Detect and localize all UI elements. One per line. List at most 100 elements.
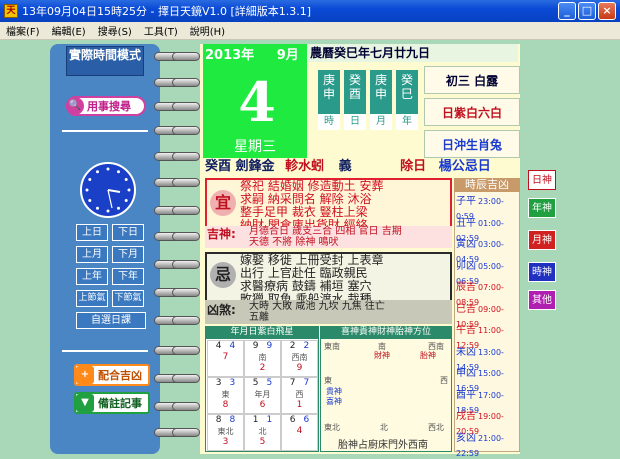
year-label: 2013年 [205,48,255,63]
dir-east: 東 [324,376,332,385]
hour-row: 子平 23:00-0:59 [456,194,520,221]
prev-jieqi-button[interactable]: 上節氣 [76,290,108,307]
hour-name: 辰吉 [456,282,476,293]
month-label: 9月 [276,48,299,63]
mode-title[interactable]: 實際時間模式 [66,46,144,76]
minimize-button[interactable]: _ [558,2,576,20]
hour-name: 未凶 [456,346,476,358]
dir-northwest: 西北 [428,423,444,432]
menu-search[interactable]: 搜尋(S) [92,23,138,38]
tab-year-gods[interactable]: 年神 [528,198,556,218]
menu-bar: 檔案(F) 編輯(E) 搜尋(S) 工具(T) 說明(H) [0,22,620,40]
ring-right [172,102,200,111]
jishen-row: 吉神: 月德合日 歲支三合 四相 官日 吉期 天德 不將 除神 鳴吠 [205,226,452,248]
search-purpose-button[interactable]: 🔍 用事搜尋 [66,96,146,116]
star-cell: 2 2 西南 9 [281,340,318,377]
hour-name: 申凶 [456,368,476,379]
ring-right [172,260,200,269]
app-icon: 天 [4,4,18,18]
star-cell: 447 [207,340,244,377]
star-board-title: 年月日紫白飛星 [205,326,319,339]
ji-list: 嫁娶 移徙 上冊受封 上表章 出行 上官赴任 臨政親民 求醫療病 鼓鑄 補垣 塞… [240,253,384,306]
xiongsha-row: 凶煞: 大時 大敗 咸池 九坎 九焦 往亡 五離 [205,300,452,324]
ring-right [172,232,200,241]
ring-right [172,316,200,325]
yi-list: 祭祀 結婚姻 修造動土 安葬 求嗣 納采問名 解除 沐浴 整手足甲 裁衣 豎柱上… [240,179,384,232]
custom-date-button[interactable]: 自選日課 [76,312,146,329]
arrow-down-icon: ▼ [76,394,94,412]
hours-title: 時辰吉凶 [454,178,520,192]
clock-face-icon [85,167,131,213]
next-jieqi-button[interactable]: 下節氣 [112,290,144,307]
hour-row: 寅凶 03:00-04:59 [456,237,520,264]
ring-right [172,52,200,61]
hour-name: 卯凶 [456,260,476,272]
ring-right [172,206,200,215]
weekday-label: 星期三 [234,139,276,155]
day-number: 4 [238,70,276,134]
ganzhi-month: 庚申 月 [370,70,392,130]
search-icon: 🔍 [66,97,84,115]
hour-name: 酉平 [456,389,476,401]
hour-name: 巳吉 [456,303,476,315]
menu-tools[interactable]: 工具(T) [138,23,184,38]
tab-month-gods[interactable]: 月神 [528,230,556,250]
match-fortune-button[interactable]: + 配合吉凶 [74,364,150,386]
menu-help[interactable]: 說明(H) [184,23,231,38]
star-cell: 11北5 [244,414,281,451]
hour-row: 辰吉 07:00-08:59 [456,280,520,307]
link-icon: + [76,366,94,384]
menu-file[interactable]: 檔案(F) [0,23,46,38]
xishen-label: 喜神 [326,397,342,406]
ring-right [172,374,200,383]
star-cell: 99南2 [244,340,281,377]
next-day-button[interactable]: 下日 [112,224,144,241]
hour-row: 卯凶 05:00-06:59 [456,259,520,286]
tab-day-gods[interactable]: 日神 [528,170,556,190]
chu: 除日 [400,159,427,174]
tab-other[interactable]: 其他 [528,290,556,310]
xiu: 軫水蚓 [285,159,325,174]
prev-month-button[interactable]: 上月 [76,246,108,263]
hour-row: 午吉 11:00-12:59 [456,323,520,350]
star-cell: 8 8 東北 3 [207,414,244,451]
ring-right [172,126,200,135]
dir-southeast: 東南 [324,342,340,351]
hour-name: 子平 [456,196,476,207]
hour-name: 丑平 [456,217,476,229]
notes-button[interactable]: ▼ 備註記事 [74,392,150,414]
ring-right [172,346,200,355]
next-month-button[interactable]: 下月 [112,246,144,263]
star-cell: 77西1 [281,377,318,414]
lunar-date: 農曆癸巳年七月廿九日 [308,44,518,62]
yi-char: 宜 [210,190,236,216]
maximize-button[interactable]: □ [578,2,596,20]
year-month: 2013年 9月 [205,44,305,63]
next-year-button[interactable]: 下年 [112,268,144,285]
prev-year-button[interactable]: 上年 [76,268,108,285]
ring-right [172,428,200,437]
hour-name: 戌吉 [456,411,476,422]
ring-right [172,178,200,187]
dir-west: 西 [440,376,448,385]
tab-hour-gods[interactable]: 時神 [528,262,556,282]
prev-day-button[interactable]: 上日 [76,224,108,241]
gong: 楊公忌日 [438,159,491,174]
star-cell: 5 5 年月 6 [244,377,281,414]
ring-right [172,152,200,161]
close-button[interactable]: × [598,2,616,20]
zodiac-row: 癸酉 劍鋒金 軫水蚓 義 除日 楊公忌日 [205,158,517,176]
hour-name: 午吉 [456,325,476,336]
ji-char: 忌 [210,262,236,288]
dir-north: 北 [380,423,388,432]
window-title: 13年09月04日15時25分 - 擇日天鏡V1.0 [詳細版本1.3.1] [22,5,312,18]
menu-edit[interactable]: 編輯(E) [46,23,92,38]
hour-name: 寅凶 [456,239,476,250]
star-cell: 33東8 [207,377,244,414]
ganzhi-year: 癸巳 年 [396,70,418,130]
star-cell: 664 [281,414,318,451]
hour-name: 亥凶 [456,432,476,444]
title-bar: 天 13年09月04日15時25分 - 擇日天鏡V1.0 [詳細版本1.3.1] [0,0,620,22]
hour-row: 未凶 13:00-14:59 [456,345,520,372]
hour-row: 酉平 17:00-18:59 [456,388,520,415]
